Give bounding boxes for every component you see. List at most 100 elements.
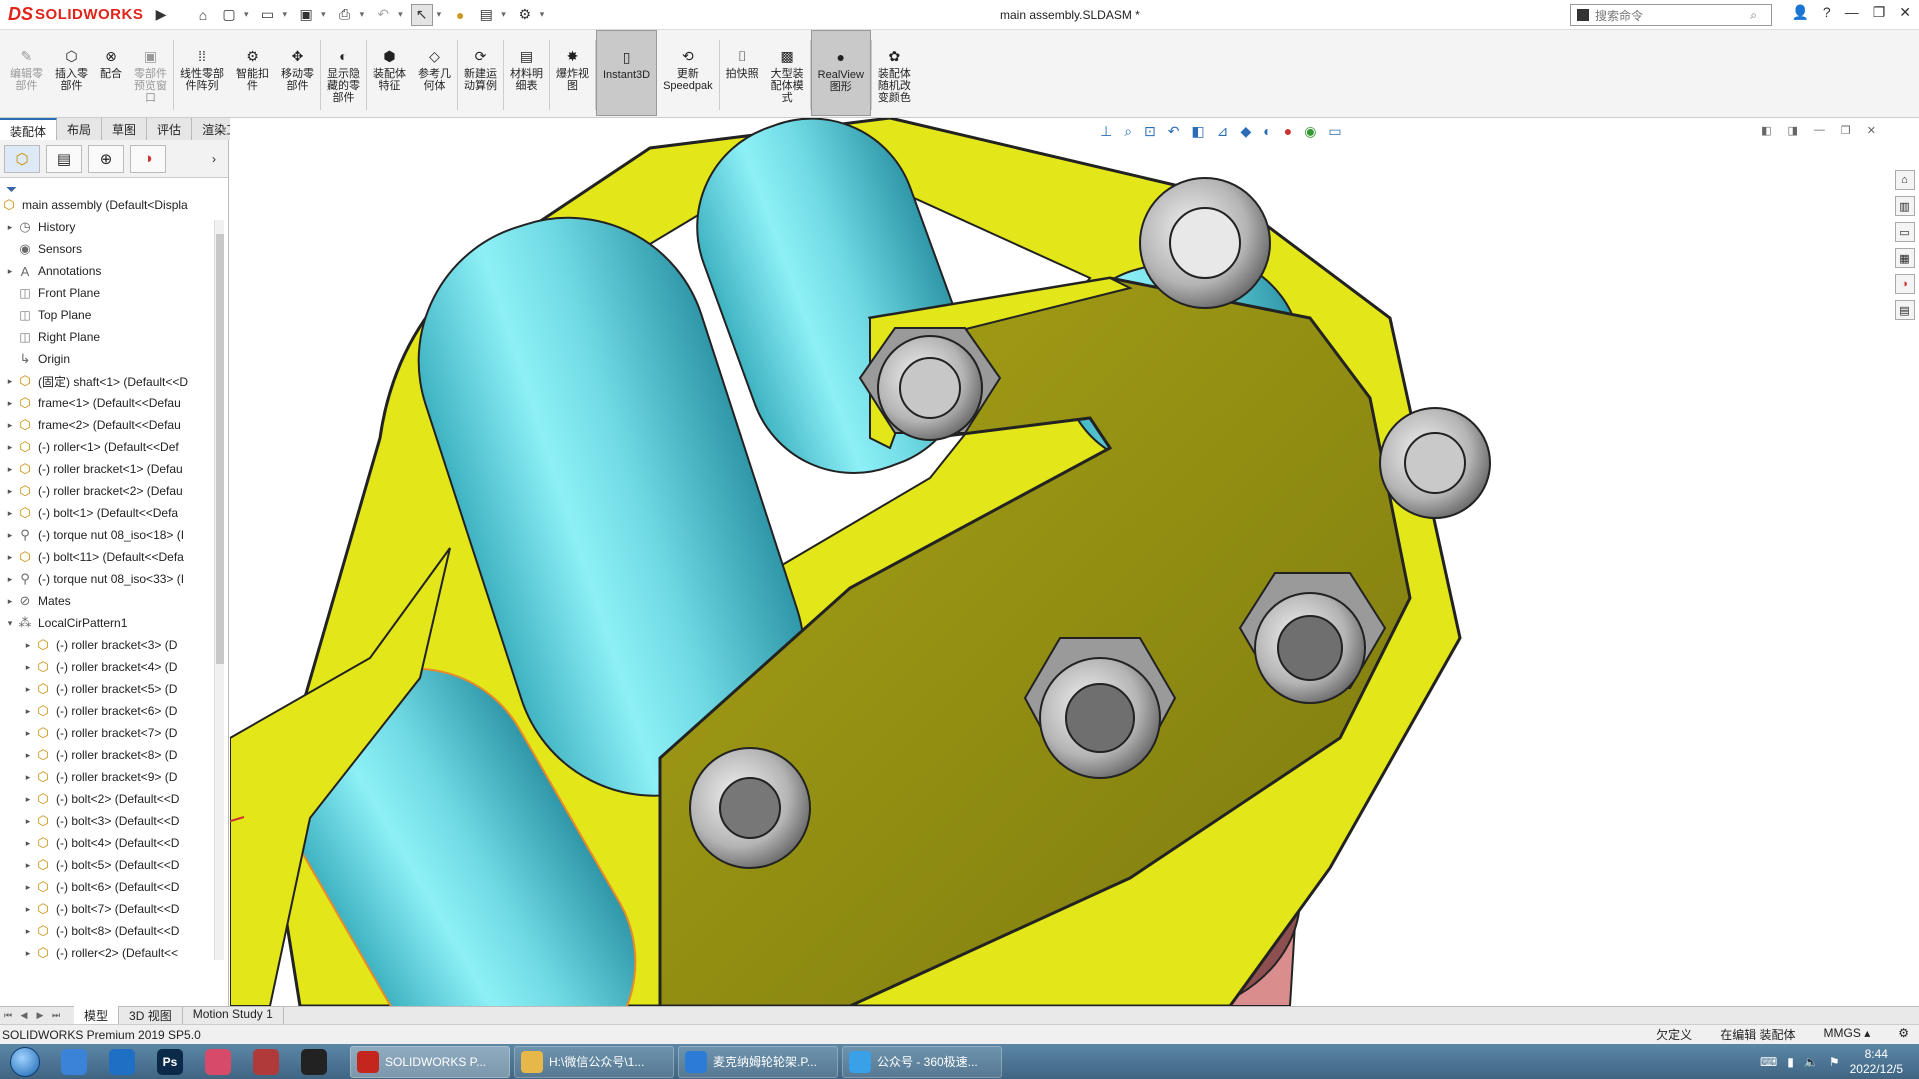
command-tab[interactable]: 装配体 bbox=[0, 118, 58, 140]
tree-item[interactable]: ▸ ⬡ (-) roller bracket<8> (D bbox=[0, 744, 212, 766]
tree-item[interactable]: ▸ ⬡ (-) bolt<8> (Default<<D bbox=[0, 920, 212, 942]
tree-item[interactable]: ▸ ⬡ frame<2> (Default<<Defau bbox=[0, 414, 212, 436]
zoom-area-icon[interactable]: ⊡ bbox=[1144, 123, 1156, 140]
tree-item[interactable]: ▸ ⊘ Mates bbox=[0, 590, 212, 612]
tree-item[interactable]: ▸ ⬡ (-) bolt<5> (Default<<D bbox=[0, 854, 212, 876]
taskbar-task-button[interactable]: 麦克纳姆轮轮架.P... bbox=[678, 1045, 838, 1078]
expand-arrow-icon[interactable]: ▸ bbox=[4, 486, 16, 497]
select-dropdown-icon[interactable]: ▾ bbox=[437, 9, 442, 20]
insert-components-button[interactable]: ⬡ 插入零 部件 bbox=[49, 30, 94, 116]
options-dropdown-icon[interactable]: ▾ bbox=[540, 9, 545, 20]
assembly-model-render[interactable] bbox=[230, 118, 1888, 1006]
tree-item[interactable]: ▸ ⬡ (-) roller bracket<4> (D bbox=[0, 656, 212, 678]
previous-view-icon[interactable]: ↶ bbox=[1168, 123, 1180, 140]
viewport-prev-icon[interactable]: ◧ bbox=[1761, 124, 1771, 137]
section-view-icon[interactable]: ◧ bbox=[1192, 123, 1205, 140]
show-hidden-components-button[interactable]: ◐ 显示隐 藏的零 部件 bbox=[321, 30, 366, 116]
tree-item[interactable]: ▸ ⬡ (-) bolt<6> (Default<<D bbox=[0, 876, 212, 898]
command-tab[interactable]: 评估 bbox=[147, 118, 193, 140]
print-icon[interactable]: ⎙ bbox=[334, 4, 356, 26]
expand-arrow-icon[interactable]: ▸ bbox=[22, 838, 34, 849]
expand-arrow-icon[interactable]: ▸ bbox=[4, 508, 16, 519]
expand-arrow-icon[interactable]: ▸ bbox=[4, 222, 16, 233]
menu-expand-icon[interactable]: ▶ bbox=[150, 4, 172, 26]
tree-item[interactable]: ▸ ⬡ (-) bolt<2> (Default<<D bbox=[0, 788, 212, 810]
prev-tab-icon[interactable]: ◀ bbox=[16, 1010, 32, 1021]
property-manager-tab-icon[interactable]: ▤ bbox=[46, 144, 82, 173]
tree-item[interactable]: ◫ Front Plane bbox=[0, 282, 212, 304]
viewport-minimize-button[interactable]: — bbox=[1814, 124, 1825, 137]
tree-item[interactable]: ▸ A Annotations bbox=[0, 260, 212, 282]
rebuild-icon[interactable]: ● bbox=[449, 4, 471, 26]
tree-item[interactable]: ▸ ⬡ (-) bolt<11> (Default<<Defa bbox=[0, 546, 212, 568]
design-library-icon[interactable]: ▥ bbox=[1894, 196, 1915, 216]
expand-arrow-icon[interactable]: ▸ bbox=[22, 640, 34, 651]
tree-item[interactable]: ◫ Right Plane bbox=[0, 326, 212, 348]
viewport-restore-button[interactable]: ❐ bbox=[1841, 124, 1851, 137]
first-tab-icon[interactable]: ⏮ bbox=[0, 1010, 16, 1021]
save-icon[interactable]: ▣ bbox=[295, 4, 317, 26]
pinned-app-icon[interactable] bbox=[50, 1045, 98, 1078]
tree-item[interactable]: ▸ ⬡ frame<1> (Default<<Defau bbox=[0, 392, 212, 414]
tree-item[interactable]: ▸ ⬡ (-) roller bracket<2> (Defau bbox=[0, 480, 212, 502]
tree-item[interactable]: ↳ Origin bbox=[0, 348, 212, 370]
save-dropdown-icon[interactable]: ▾ bbox=[321, 9, 326, 20]
move-component-button[interactable]: ✥ 移动零 部件 bbox=[275, 30, 320, 116]
properties-dropdown-icon[interactable]: ▾ bbox=[501, 9, 506, 20]
model-tab[interactable]: Motion Study 1 bbox=[183, 1006, 284, 1025]
expand-arrow-icon[interactable]: ▸ bbox=[22, 882, 34, 893]
large-assembly-mode-button[interactable]: ▩ 大型装 配体模 式 bbox=[765, 30, 810, 116]
user-icon[interactable]: 👤 bbox=[1791, 4, 1808, 21]
status-options-icon[interactable]: ⚙ bbox=[1898, 1026, 1909, 1043]
volume-icon[interactable]: 🔈 bbox=[1804, 1055, 1819, 1069]
network-icon[interactable]: ▮ bbox=[1787, 1055, 1794, 1069]
display-style-icon[interactable]: ◆ bbox=[1240, 123, 1251, 140]
close-button[interactable]: ✕ bbox=[1899, 4, 1911, 21]
solidworks-logo[interactable]: DS SOLIDWORKS bbox=[0, 1, 150, 29]
pinned-app-icon[interactable]: Ps bbox=[146, 1045, 194, 1078]
tree-scrollbar-thumb[interactable] bbox=[216, 234, 224, 664]
search-commands-field[interactable]: 搜索命令 ⌕ bbox=[1570, 4, 1772, 26]
feature-tree-tab-icon[interactable]: ⬡ bbox=[4, 144, 40, 173]
edit-appearance-icon[interactable]: ● bbox=[1284, 123, 1292, 139]
panel-expand-icon[interactable]: › bbox=[212, 152, 216, 166]
edit-component-button[interactable]: ✎ 编辑零 部件 bbox=[4, 30, 49, 116]
assembly-features-button[interactable]: ⬢ 装配体 特征 bbox=[367, 30, 412, 116]
model-tab[interactable]: 3D 视图 bbox=[119, 1006, 183, 1025]
tree-item[interactable]: ◉ Sensors bbox=[0, 238, 212, 260]
expand-arrow-icon[interactable]: ▸ bbox=[4, 376, 16, 387]
open-dropdown-icon[interactable]: ▾ bbox=[283, 9, 288, 20]
restore-button[interactable]: ❐ bbox=[1873, 4, 1886, 21]
hide-show-items-icon[interactable]: ◐ bbox=[1263, 123, 1271, 139]
expand-arrow-icon[interactable]: ▸ bbox=[22, 706, 34, 717]
expand-arrow-icon[interactable]: ▸ bbox=[22, 684, 34, 695]
home-icon[interactable]: ⌂ bbox=[192, 4, 214, 26]
tree-item[interactable]: ▸ ⬡ (-) roller bracket<3> (D bbox=[0, 634, 212, 656]
model-tab[interactable]: 模型 bbox=[74, 1006, 120, 1025]
viewport-close-button[interactable]: ✕ bbox=[1867, 124, 1876, 137]
tree-item[interactable]: ▸ ⬡ (-) bolt<1> (Default<<Defa bbox=[0, 502, 212, 524]
notification-flag-icon[interactable]: ⚑ bbox=[1829, 1055, 1840, 1069]
expand-arrow-icon[interactable]: ▸ bbox=[22, 772, 34, 783]
tree-root[interactable]: ⬡ main assembly (Default<Displa bbox=[0, 194, 212, 216]
print-dropdown-icon[interactable]: ▾ bbox=[360, 9, 365, 20]
start-button[interactable] bbox=[0, 1044, 50, 1079]
bill-of-materials-button[interactable]: ▤ 材料明 细表 bbox=[504, 30, 549, 116]
expand-arrow-icon[interactable]: ▸ bbox=[4, 464, 16, 475]
graphics-area[interactable]: ⊥ ⌕ ⊡ ↶ ◧ ⊿ ◆ ◐ ● ◉ ▭ ◧ ◨ — ❐ ✕ bbox=[230, 118, 1888, 1006]
expand-arrow-icon[interactable]: ▸ bbox=[4, 552, 16, 563]
exploded-view-button[interactable]: ✸ 爆炸视 图 bbox=[550, 30, 595, 116]
expand-arrow-icon[interactable]: ▸ bbox=[4, 398, 16, 409]
taskbar-task-button[interactable]: SOLIDWORKS P... bbox=[350, 1045, 510, 1078]
help-icon[interactable]: ? bbox=[1823, 4, 1831, 21]
expand-arrow-icon[interactable]: ▸ bbox=[4, 596, 16, 607]
realview-graphics-button[interactable]: ● RealView 图形 bbox=[810, 30, 871, 116]
taskbar-task-button[interactable]: H:\微信公众号\1... bbox=[514, 1045, 674, 1078]
zoom-to-fit-icon[interactable]: ⌕ bbox=[1124, 123, 1132, 140]
search-mode-icon[interactable] bbox=[1577, 9, 1589, 21]
viewport-next-icon[interactable]: ◨ bbox=[1788, 124, 1798, 137]
instant3d-button[interactable]: ▯ Instant3D bbox=[596, 30, 658, 116]
undo-dropdown-icon[interactable]: ▾ bbox=[398, 9, 403, 20]
taskbar-task-button[interactable]: 公众号 - 360极速... bbox=[842, 1045, 1002, 1078]
tree-item[interactable]: ▸ ⬡ (固定) shaft<1> (Default<<D bbox=[0, 370, 212, 392]
